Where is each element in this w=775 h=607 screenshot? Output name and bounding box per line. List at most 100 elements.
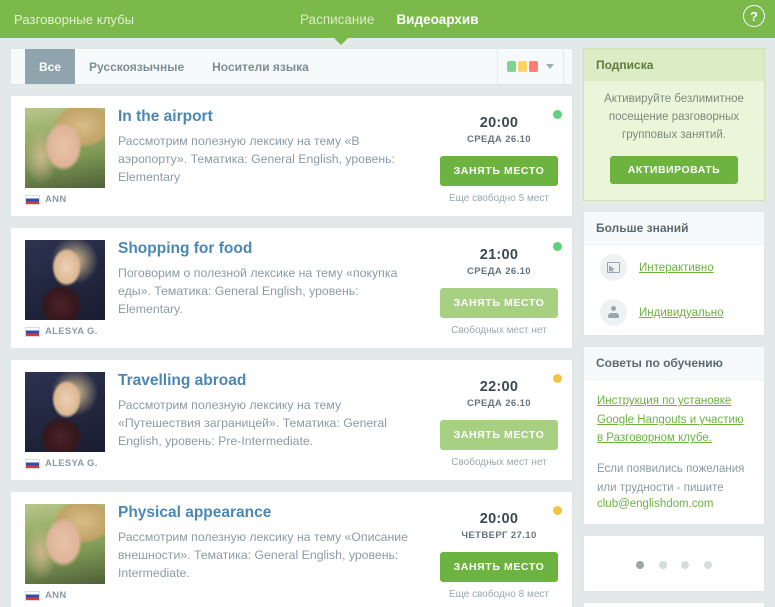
person-icon (600, 299, 627, 327)
status-badge (553, 242, 562, 251)
swatch-green-icon (507, 61, 516, 72)
lesson-card[interactable]: ALESYA G. Shopping for food Поговорим о … (10, 227, 573, 349)
book-seat-button[interactable]: ЗАНЯТЬ МЕСТО (440, 420, 558, 450)
nav-item-schedule[interactable]: Расписание (300, 12, 374, 27)
status-badge (553, 506, 562, 515)
active-nav-caret-icon (334, 38, 348, 45)
flag-russia-icon (25, 458, 40, 469)
lesson-date: СРЕДА 26.10 (467, 398, 531, 409)
lesson-title[interactable]: Physical appearance (118, 504, 432, 522)
status-color-swatches (507, 61, 538, 72)
lesson-description: Рассмотрим полезную лексику на тему «Опи… (118, 530, 408, 580)
teacher-name: ANN (45, 590, 67, 601)
avatar (25, 372, 105, 452)
swatch-red-icon (529, 61, 538, 72)
lesson-time: 21:00 (479, 247, 519, 263)
filter-tab-all[interactable]: Все (25, 49, 76, 84)
help-icon[interactable]: ? (743, 5, 765, 27)
lesson-title[interactable]: Travelling abroad (118, 372, 432, 390)
seats-status: Еще свободно 5 мест (448, 193, 549, 204)
lesson-info: In the airport Рассмотрим полезную лекси… (112, 108, 440, 216)
teacher-name-row: ALESYA G. (25, 458, 112, 469)
lesson-info: Shopping for food Поговорим о полезной л… (112, 240, 440, 348)
knowledge-panel: Больше знаний Интерактивно Индивидуально (583, 211, 765, 337)
lesson-info: Physical appearance Рассмотрим полезную … (112, 504, 440, 607)
flag-russia-icon (25, 590, 40, 601)
nav-item-video-archive[interactable]: Видеоархив (396, 12, 478, 27)
teacher-block: ANN (25, 504, 112, 607)
teacher-name-row: ANN (25, 590, 112, 601)
teacher-block: ANN (25, 108, 112, 216)
support-email-link[interactable]: club@englishdom.com (597, 498, 751, 510)
lesson-time: 20:00 (479, 115, 519, 131)
swatch-yellow-icon (518, 61, 527, 72)
avatar (25, 240, 105, 320)
subscription-text: Активируйте безлимитное посещение разгов… (604, 93, 744, 141)
lesson-booking: 21:00 СРЕДА 26.10 ЗАНЯТЬ МЕСТО Свободных… (440, 240, 558, 348)
carousel-pagination (583, 535, 765, 593)
lesson-date: СРЕДА 26.10 (467, 266, 531, 277)
lesson-title[interactable]: Shopping for food (118, 240, 432, 258)
filter-tab-native-speakers[interactable]: Носители языка (198, 49, 323, 84)
teacher-block: ALESYA G. (25, 372, 112, 480)
carousel-dot[interactable] (636, 561, 645, 570)
status-badge (553, 110, 562, 119)
filter-bar: Все Русскоязычные Носители языка (10, 48, 573, 85)
lesson-booking: 22:00 СРЕДА 26.10 ЗАНЯТЬ МЕСТО Свободных… (440, 372, 558, 480)
teacher-name-row: ALESYA G. (25, 326, 112, 337)
knowledge-item-label[interactable]: Индивидуально (639, 307, 723, 319)
status-color-filter-dropdown[interactable] (497, 49, 564, 84)
knowledge-item-label[interactable]: Интерактивно (639, 262, 714, 274)
book-seat-button[interactable]: ЗАНЯТЬ МЕСТО (440, 552, 558, 582)
filter-tab-russian-speaking[interactable]: Русскоязычные (75, 49, 198, 84)
page-body: Все Русскоязычные Носители языка ANN In … (0, 38, 775, 607)
screen-icon (600, 254, 627, 282)
seats-status: Еще свободно 8 мест (448, 589, 549, 600)
teacher-block: ALESYA G. (25, 240, 112, 348)
tips-title: Советы по обучению (584, 347, 764, 381)
sidebar: Подписка Активируйте безлимитное посещен… (583, 48, 765, 607)
teacher-name: ALESYA G. (45, 458, 98, 469)
lesson-info: Travelling abroad Рассмотрим полезную ле… (112, 372, 440, 480)
avatar (25, 108, 105, 188)
tips-panel: Советы по обучению Инструкция по установ… (583, 346, 765, 526)
teacher-name-row: ANN (25, 194, 112, 205)
brand-title: Разговорные клубы (14, 11, 135, 27)
flag-russia-icon (25, 326, 40, 337)
lesson-booking: 20:00 ЧЕТВЕРГ 27.10 ЗАНЯТЬ МЕСТО Еще сво… (440, 504, 558, 607)
lesson-description: Рассмотрим полезную лексику на тему «В а… (118, 134, 395, 184)
lesson-card[interactable]: ANN In the airport Рассмотрим полезную л… (10, 95, 573, 217)
lesson-card[interactable]: ANN Physical appearance Рассмотрим полез… (10, 491, 573, 607)
knowledge-item-individual[interactable]: Индивидуально (584, 290, 764, 335)
seats-status: Свободных мест нет (451, 325, 547, 336)
lesson-card[interactable]: ALESYA G. Travelling abroad Рассмотрим п… (10, 359, 573, 481)
main-column: Все Русскоязычные Носители языка ANN In … (10, 48, 573, 607)
subscription-panel: Подписка Активируйте безлимитное посещен… (583, 48, 765, 202)
tips-text: Если появились пожелания или трудности -… (597, 462, 745, 494)
teacher-name: ALESYA G. (45, 326, 98, 337)
top-header-bar: Разговорные клубы Расписание Видеоархив … (0, 0, 775, 38)
seats-status: Свободных мест нет (451, 457, 547, 468)
book-seat-button[interactable]: ЗАНЯТЬ МЕСТО (440, 288, 558, 318)
flag-russia-icon (25, 194, 40, 205)
chevron-down-icon (546, 64, 554, 69)
review-panel: ОСТАВИТЬ ОТЗЫВ (583, 602, 765, 607)
lesson-title[interactable]: In the airport (118, 108, 432, 126)
teacher-name: ANN (45, 194, 67, 205)
knowledge-item-interactive[interactable]: Интерактивно (584, 245, 764, 290)
book-seat-button[interactable]: ЗАНЯТЬ МЕСТО (440, 156, 558, 186)
lesson-date: ЧЕТВЕРГ 27.10 (461, 530, 537, 541)
lesson-time: 20:00 (479, 511, 519, 527)
hangouts-instruction-link[interactable]: Инструкция по установке Google Hangouts … (597, 392, 751, 447)
subscription-title: Подписка (584, 49, 764, 81)
activate-button[interactable]: АКТИВИРОВАТЬ (609, 156, 739, 185)
lesson-time: 22:00 (479, 379, 519, 395)
tips-body: Инструкция по установке Google Hangouts … (584, 380, 764, 524)
top-navigation: Расписание Видеоархив (300, 0, 479, 38)
carousel-dot[interactable] (681, 561, 690, 570)
carousel-dot[interactable] (703, 561, 712, 570)
avatar (25, 504, 105, 584)
lesson-booking: 20:00 СРЕДА 26.10 ЗАНЯТЬ МЕСТО Еще свобо… (440, 108, 558, 216)
lesson-date: СРЕДА 26.10 (467, 134, 531, 145)
carousel-dot[interactable] (658, 561, 667, 570)
